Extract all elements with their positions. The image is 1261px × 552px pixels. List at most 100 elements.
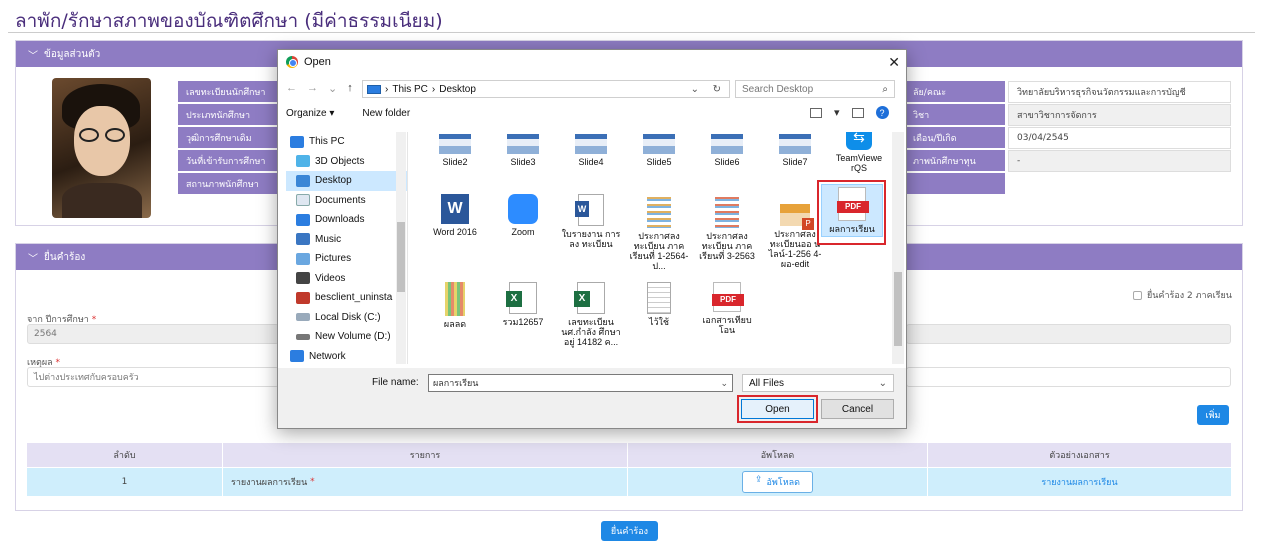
file-announcement-3-2563[interactable]: ประกาศลง ทะเบียน ภาค เรียนที่ 3-2563 (696, 192, 758, 263)
file-pldl[interactable]: ผลลด (424, 280, 486, 331)
checkbox-box[interactable] (1133, 290, 1142, 300)
file-grid: Slide2 Slide3 Slide4 Slide5 Slide6 Slide… (414, 132, 892, 364)
desktop-icon (296, 174, 310, 187)
nav-3d-objects[interactable]: 3D Objects (286, 152, 407, 172)
th-item: รายการ (223, 443, 627, 467)
document-icon (296, 194, 310, 207)
th-upload: อัพโหลด (628, 443, 927, 467)
file-slide5[interactable]: Slide5 (628, 132, 690, 169)
th-sample: ตัวอย่างเอกสาร (928, 443, 1231, 467)
student-photo (52, 78, 151, 218)
file-wai-chai[interactable]: ไว้ใช้ (628, 280, 690, 329)
file-zoom[interactable]: Zoom (492, 192, 554, 239)
two-semester-label: ยื่นคำร้อง 2 ภาคเรียน (1147, 291, 1232, 301)
file-student-ids[interactable]: X เลขทะเบียน นศ.กำลัง ศึกษาอยู่ 14182 ค..… (560, 280, 622, 349)
reason-input[interactable]: ไปต่างประเทศกับครอบครัว (27, 367, 279, 387)
word-icon: W (441, 194, 469, 224)
file-transfer-docs[interactable]: PDF เอกสารเทียบ โอน (696, 280, 758, 337)
two-semester-checkbox[interactable]: ยื่นคำร้อง 2 ภาคเรียน (1133, 288, 1232, 302)
history-icon[interactable]: ⌄ (328, 82, 337, 95)
breadcrumb-desktop[interactable]: Desktop (439, 84, 476, 95)
address-bar[interactable]: › This PC › Desktop ⌄ ↻ (362, 80, 730, 98)
search-input[interactable]: Search Desktop ⌕ (735, 80, 895, 98)
year-field[interactable]: 2564 (27, 324, 279, 344)
nav-network[interactable]: Network (286, 347, 407, 365)
spreadsheet-thumbnail-icon (445, 282, 465, 316)
file-enroll-report[interactable]: W ใบรายงาน การลง ทะเบียน (560, 192, 622, 251)
refresh-icon[interactable]: ↻ (713, 84, 721, 95)
slide-thumbnail-icon (779, 134, 811, 154)
value-major: สาขาวิชาการจัดการ (1008, 104, 1231, 126)
file-type-filter[interactable]: All Files ⌄ (742, 374, 894, 392)
help-icon[interactable]: ? (875, 106, 889, 119)
back-icon[interactable]: ← (286, 82, 297, 95)
label-student-type: ประเภทนักศึกษา (178, 104, 278, 126)
file-slide2[interactable]: Slide2 (424, 132, 486, 169)
chevron-down-icon[interactable]: ⌄ (720, 378, 728, 389)
nav-music[interactable]: Music (286, 230, 407, 250)
breadcrumb-this-pc[interactable]: This PC (392, 84, 428, 95)
navigation-pane: This PC 3D Objects Desktop Documents Dow… (286, 132, 408, 364)
dialog-titlebar[interactable]: Open (278, 50, 906, 74)
new-folder-button[interactable]: New folder (362, 108, 410, 119)
file-slide3[interactable]: Slide3 (492, 132, 554, 169)
nav-desktop[interactable]: Desktop (286, 171, 407, 191)
view-options: ▾ ? (810, 106, 889, 119)
upload-button[interactable]: ⇪ อัพโหลด (741, 471, 813, 493)
sample-document-link[interactable]: รายงานผลการเรียน (1041, 475, 1117, 489)
nav-pictures[interactable]: Pictures (286, 249, 407, 269)
chevron-down-icon[interactable]: ▾ (834, 106, 840, 119)
file-ruam12657[interactable]: X รวม12657 (492, 280, 554, 329)
teamviewer-icon: ⇆ (846, 132, 872, 150)
open-file-dialog: Open ✕ ← → ⌄ ↑ › This PC › Desktop ⌄ ↻ S… (277, 49, 907, 429)
label-major: วิชา (905, 104, 1005, 126)
table-row-upload-cell: ⇪ อัพโหลด (628, 468, 927, 496)
up-icon[interactable]: ↑ (347, 82, 353, 95)
view-icon[interactable] (810, 107, 822, 118)
submit-button[interactable]: ยื่นคำร้อง (601, 521, 658, 541)
file-announcement-1-2564[interactable]: ประกาศลง ทะเบียน ภาค เรียนที่ 1-2564-ป..… (628, 192, 690, 273)
add-button[interactable]: เพิ่ม (1197, 405, 1229, 425)
nav-videos[interactable]: Videos (286, 269, 407, 289)
drive-icon (296, 333, 310, 340)
chevron-down-icon[interactable]: ⌄ (691, 84, 699, 95)
search-icon: ⌕ (882, 83, 888, 95)
pdf-selection-highlight (817, 180, 886, 245)
nav-downloads[interactable]: Downloads (286, 210, 407, 230)
file-teamviewer[interactable]: ⇆ TeamViewe rQS (828, 132, 890, 175)
drive-icon (296, 313, 310, 322)
label-birth-date: เดือน/ปีเกิด (905, 127, 1005, 149)
nav-this-pc[interactable]: This PC (286, 132, 407, 152)
preview-pane-icon[interactable] (851, 107, 864, 118)
slide-thumbnail-icon (439, 134, 471, 154)
spreadsheet-thumbnail-icon (715, 194, 739, 228)
nav-documents[interactable]: Documents (286, 191, 407, 211)
reason-input-right[interactable] (906, 367, 1231, 387)
folder-icon (296, 291, 310, 304)
table-row-index: 1 (27, 468, 222, 496)
year-field-right[interactable] (906, 324, 1231, 344)
file-slide6[interactable]: Slide6 (696, 132, 758, 169)
nav-buttons: ← → ⌄ ↑ (286, 82, 353, 95)
word-document-icon: W (575, 194, 604, 226)
file-slide4[interactable]: Slide4 (560, 132, 622, 169)
organize-button[interactable]: Organize ▾ (286, 108, 334, 119)
open-button-highlight (737, 395, 818, 423)
file-slide7[interactable]: Slide7 (764, 132, 826, 169)
slide-thumbnail-icon (507, 134, 539, 154)
upload-icon: ⇪ (754, 475, 763, 485)
excel-icon: X (506, 282, 537, 314)
label-student-status: สถานภาพนักศึกษา (178, 173, 278, 195)
file-word-2016[interactable]: W Word 2016 (424, 192, 486, 239)
close-icon[interactable]: ✕ (888, 54, 900, 71)
label-filler (905, 173, 1005, 195)
label-faculty: ลัย/คณะ (905, 81, 1005, 103)
nav-local-disk-c[interactable]: Local Disk (C:) (286, 308, 407, 328)
forward-icon[interactable]: → (307, 82, 318, 95)
nav-new-volume-d[interactable]: New Volume (D:) (286, 327, 407, 347)
file-grid-scrollbar[interactable] (892, 132, 904, 364)
nav-scrollbar[interactable] (396, 132, 406, 364)
file-name-input[interactable]: ผลการเรียน ⌄ (428, 374, 733, 392)
cancel-button[interactable]: Cancel (821, 399, 894, 419)
nav-besclient[interactable]: besclient_uninsta (286, 288, 407, 308)
